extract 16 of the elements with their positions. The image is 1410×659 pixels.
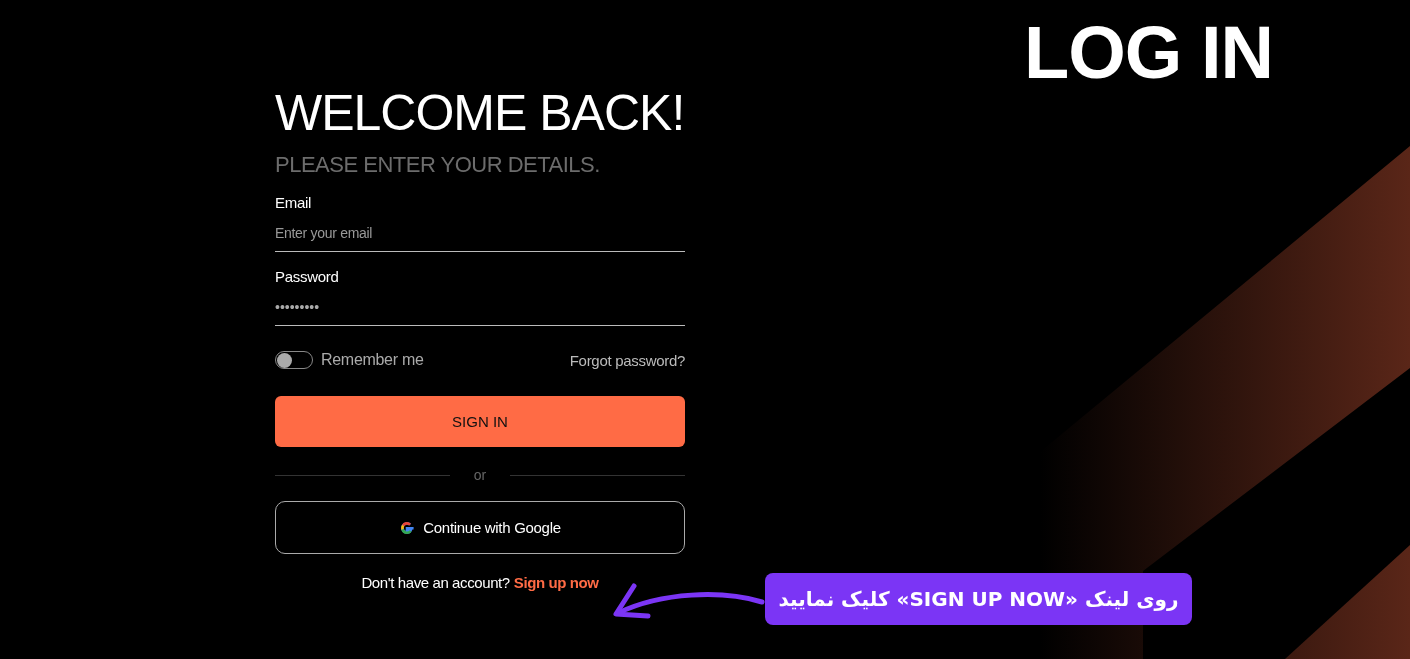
sign-in-button[interactable]: SIGN IN — [275, 396, 685, 447]
google-icon — [399, 519, 416, 536]
page-heading: LOG IN — [1024, 10, 1273, 95]
sign-up-link[interactable]: Sign up now — [513, 574, 599, 591]
forgot-password-link[interactable]: Forgot password? — [569, 351, 685, 369]
signup-prompt: Don't have an account? — [361, 574, 510, 591]
welcome-title: WELCOME BACK! — [275, 84, 685, 142]
field-label: Email — [275, 194, 312, 211]
email-field[interactable]: Enter your email — [275, 211, 685, 252]
remember-label: Remember me — [321, 351, 424, 369]
divider-text: or — [473, 467, 487, 483]
subtitle: PLEASE ENTER YOUR DETAILS. — [275, 152, 601, 178]
google-button[interactable]: Continue with Google — [275, 501, 685, 554]
callout-note: روی لینک «SIGN UP NOW» کلیک نمایید — [765, 573, 1192, 625]
field-label: Password — [275, 268, 340, 285]
password-field[interactable]: ••••••••• — [275, 285, 685, 326]
